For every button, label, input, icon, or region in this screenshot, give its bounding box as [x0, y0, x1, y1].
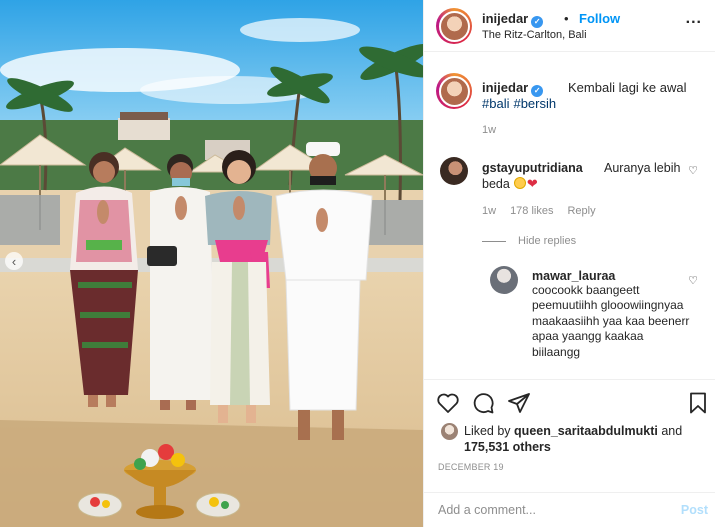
- reply-avatar[interactable]: [490, 266, 518, 294]
- comment-meta: 1w 178 likes Reply: [482, 205, 610, 217]
- post-photo[interactable]: ‹: [0, 0, 423, 527]
- reply-username[interactable]: mawar_lauraa: [532, 269, 615, 283]
- caption-username-link[interactable]: inijedar ✓: [482, 80, 544, 97]
- hide-replies-button[interactable]: Hide replies: [482, 235, 576, 247]
- caption-hashtags: #bali #bersih: [482, 96, 560, 111]
- author-avatar[interactable]: [436, 8, 472, 44]
- red-heart-emoji-icon: ❤: [526, 176, 538, 191]
- caption-avatar[interactable]: [436, 73, 472, 109]
- smiling-face-emoji-icon: [513, 177, 526, 189]
- liked-by-prefix: Liked by: [464, 424, 511, 438]
- comment-like-heart-icon[interactable]: ♡: [688, 164, 698, 177]
- post-side-panel: inijedar ✓ • Follow The Ritz-Carlton, Bal…: [423, 0, 715, 527]
- hashtag-bersih[interactable]: #bersih: [513, 96, 556, 111]
- separator-dot: •: [564, 11, 569, 26]
- post-date[interactable]: DECEMBER 19: [438, 462, 504, 472]
- more-options-icon[interactable]: ...: [686, 10, 702, 28]
- comment-icon[interactable]: [471, 391, 495, 415]
- verified-badge-icon: ✓: [531, 16, 544, 28]
- comment-text-line2: beda ❤: [482, 176, 538, 192]
- liked-by-text: Liked by queen_saritaabdulmukti and 175,…: [464, 423, 704, 455]
- chevron-left-icon[interactable]: ‹: [5, 252, 23, 270]
- follow-button[interactable]: Follow: [579, 11, 620, 26]
- hide-replies-label[interactable]: Hide replies: [518, 235, 576, 247]
- liked-by-others-count[interactable]: 175,531 others: [464, 440, 551, 454]
- comment-reply-button[interactable]: Reply: [567, 205, 595, 217]
- post-comment-button[interactable]: Post: [681, 503, 708, 517]
- comment-likes[interactable]: 178 likes: [510, 205, 553, 217]
- caption-text: Kembali lagi ke awal: [568, 80, 687, 95]
- caption-time[interactable]: 1w: [482, 124, 496, 136]
- comment-text: Auranya lebih: [604, 161, 681, 175]
- liked-by-avatar[interactable]: [441, 423, 458, 440]
- comment-username[interactable]: gstayuputridiana: [482, 161, 583, 175]
- add-comment-bar: Post: [424, 492, 715, 528]
- post-actions: Liked by queen_saritaabdulmukti and 175,…: [424, 379, 715, 527]
- caption-username[interactable]: inijedar: [482, 80, 528, 95]
- hashtag-bali[interactable]: #bali: [482, 96, 509, 111]
- liked-by-username[interactable]: queen_saritaabdulmukti: [514, 424, 658, 438]
- comment-time[interactable]: 1w: [482, 205, 496, 217]
- author-username-link[interactable]: inijedar ✓: [482, 11, 544, 28]
- comment-avatar[interactable]: [440, 157, 468, 185]
- add-comment-input[interactable]: [438, 503, 658, 517]
- reply-text: coocookk baangeett peemuutiihh glooowiin…: [532, 283, 690, 359]
- post-header: inijedar ✓ • Follow The Ritz-Carlton, Bal…: [424, 0, 715, 52]
- author-username[interactable]: inijedar: [482, 11, 528, 26]
- location-link[interactable]: The Ritz-Carlton, Bali: [482, 29, 587, 41]
- hide-replies-line: [482, 240, 506, 242]
- liked-by-and: and: [661, 424, 683, 438]
- instagram-post: ‹ inijedar ✓ • Follow The Ritz-Carlton, B…: [0, 0, 715, 527]
- comment-text-continued: beda: [482, 177, 510, 191]
- bookmark-icon[interactable]: [686, 391, 710, 415]
- paper-plane-icon[interactable]: [507, 391, 531, 415]
- comments-area[interactable]: inijedar ✓ Kembali lagi ke awal #bali #ber…: [424, 53, 715, 379]
- heart-icon[interactable]: [436, 391, 460, 415]
- beach-photo-illustration: [0, 0, 423, 527]
